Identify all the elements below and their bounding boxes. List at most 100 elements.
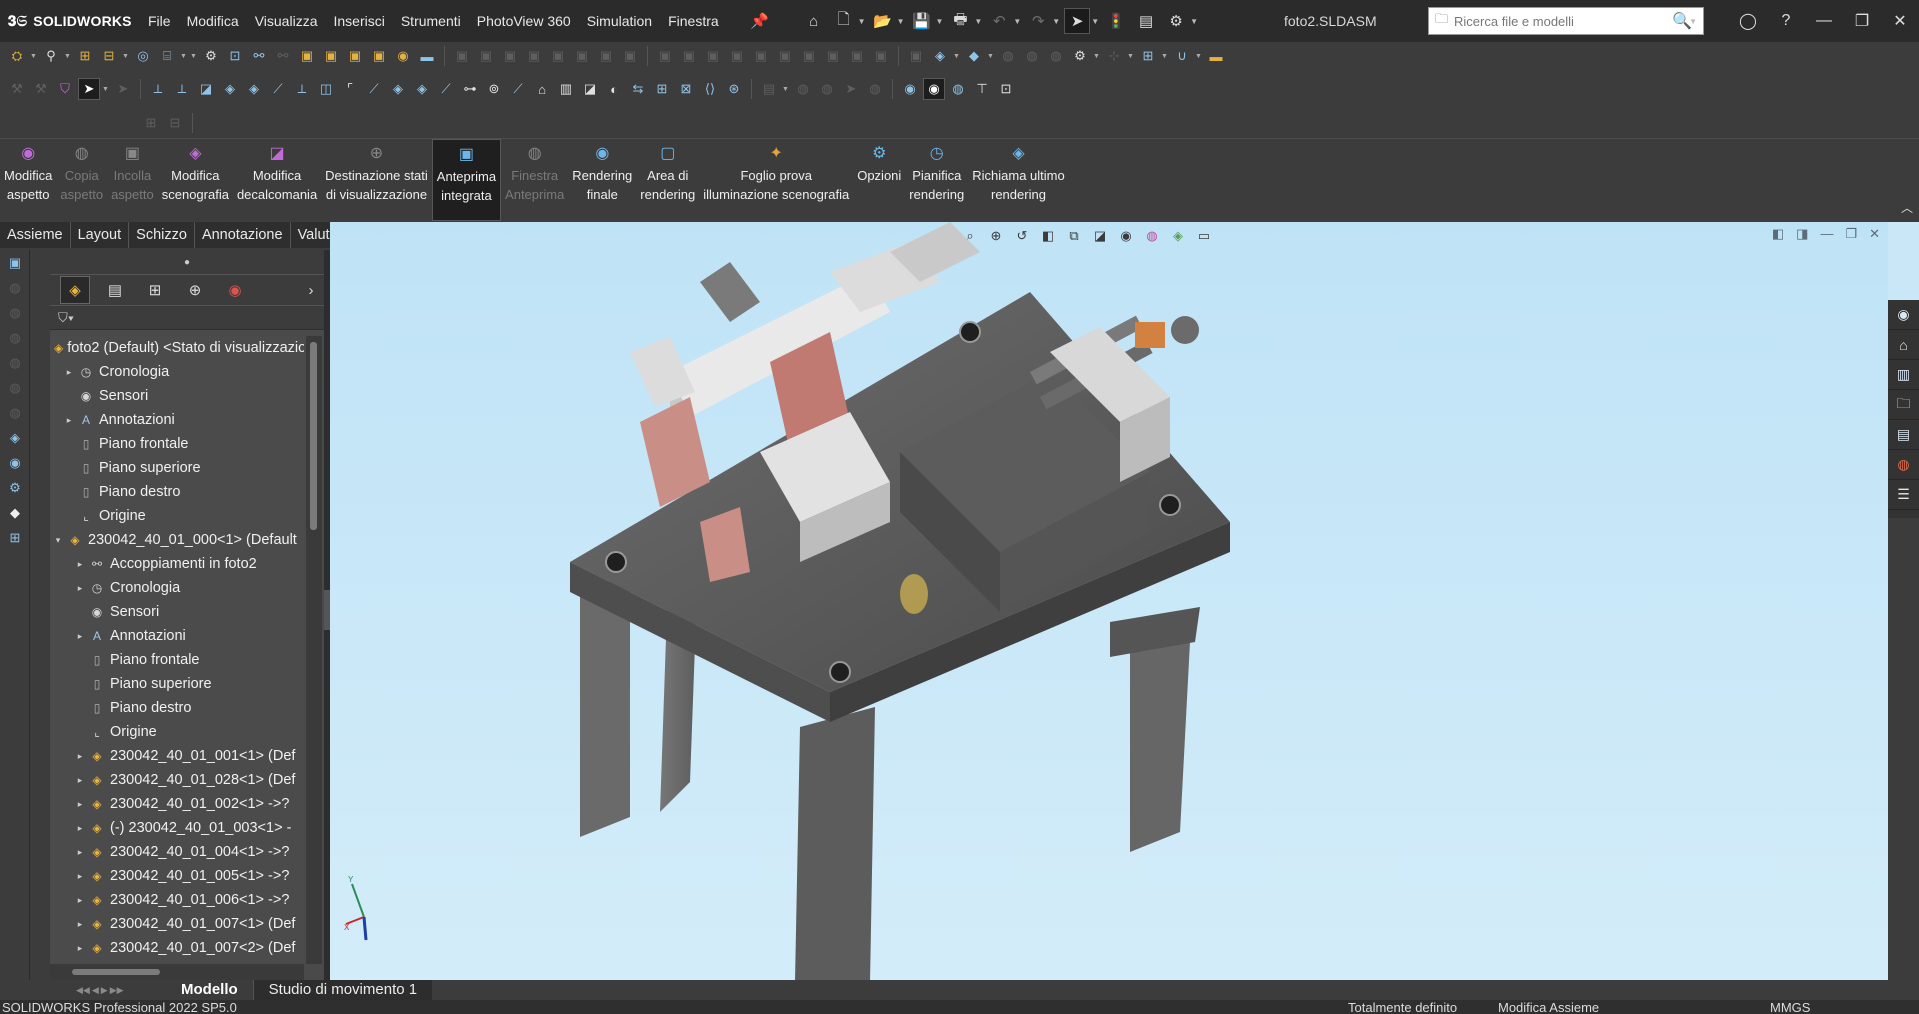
toolbar-icon[interactable]: ⊤ — [971, 78, 993, 100]
previous-tab-icon[interactable]: ◀ — [92, 985, 99, 996]
command-edit-decal[interactable]: ◪ Modifica decalcomania — [233, 139, 321, 221]
toolbar-icon[interactable]: ◍ — [997, 45, 1019, 67]
tool-icon[interactable]: ◆ — [0, 500, 30, 525]
toolbar-icon[interactable]: ▣ — [619, 45, 641, 67]
toolbar-icon[interactable]: ⊟ — [98, 45, 120, 67]
select-arrow-icon[interactable]: ➤ — [78, 78, 100, 100]
menu-photoview-360[interactable]: PhotoView 360 — [469, 0, 579, 42]
chevron-down-icon[interactable]: ▼ — [1052, 17, 1060, 26]
toolbar-icon[interactable]: ⚲ — [40, 45, 62, 67]
search-input[interactable]: Ricerca file e modelli — [1454, 14, 1672, 29]
toolbar-icon[interactable]: ▣ — [750, 45, 772, 67]
toolbar-icon[interactable]: ⌜ — [339, 78, 361, 100]
traffic-light-icon[interactable]: 🚦 — [1103, 8, 1129, 34]
property-manager-tab-icon[interactable]: ▤ — [100, 276, 130, 304]
toolbar-icon[interactable]: ◆ — [963, 45, 985, 67]
tab-model[interactable]: Modello — [166, 980, 253, 1000]
tool-icon[interactable]: ▣ — [0, 250, 30, 275]
toolbar-icon[interactable]: ◍ — [792, 78, 814, 100]
home-icon[interactable]: ⌂ — [801, 8, 827, 34]
tool-icon[interactable]: ◍ — [0, 300, 30, 325]
appearances-icon[interactable]: ◍ — [1888, 450, 1919, 480]
tree-node[interactable]: ▸ ◈ 230042_40_01_028<1> (Def — [50, 768, 304, 792]
toolbar-icon[interactable]: ⛉ — [54, 78, 76, 100]
toolbar-icon[interactable]: ▬ — [416, 45, 438, 67]
tool-icon[interactable]: ◍ — [0, 325, 30, 350]
tree-node[interactable]: ◉ Sensori — [50, 384, 304, 408]
view-palette-icon[interactable]: ▤ — [1888, 420, 1919, 450]
chevron-right-icon[interactable]: ▸ — [74, 823, 86, 834]
tree-node[interactable]: ▸ ⚯ Accoppiamenti in foto2 — [50, 552, 304, 576]
chevron-right-icon[interactable]: ▸ — [74, 895, 86, 906]
menu-file[interactable]: File — [140, 0, 179, 42]
first-tab-icon[interactable]: ◀◀ — [76, 985, 90, 996]
toolbar-icon[interactable]: ➤ — [840, 78, 862, 100]
graphics-viewport[interactable]: ⌕ ⊕ ↺ ◧ ⧉ ◪ ◉ ◍ ◈ ▭ ◧ ◨ — ❐ ✕ Y X — [330, 222, 1888, 980]
chevron-down-icon[interactable]: ▼ — [1190, 17, 1198, 26]
toolbar-icon[interactable]: ⚒ — [30, 78, 52, 100]
chevron-right-icon[interactable]: ▸ — [63, 415, 75, 426]
custom-properties-icon[interactable]: ☰ — [1888, 480, 1919, 510]
toolbar-icon[interactable]: ⟋ — [267, 78, 289, 100]
toolbar-icon[interactable]: ▤ — [758, 78, 780, 100]
toolbar-icon[interactable]: ◪ — [579, 78, 601, 100]
tab-schizzo[interactable]: Schizzo — [129, 222, 195, 248]
help-icon[interactable]: ? — [1767, 0, 1805, 42]
tool-icon[interactable]: ⚙ — [0, 475, 30, 500]
tree-node[interactable]: ◈ foto2 (Default) <Stato di visualizzazio… — [50, 336, 304, 360]
chevron-right-icon[interactable]: ▸ — [74, 775, 86, 786]
chevron-right-icon[interactable]: ▸ — [74, 943, 86, 954]
toolbar-icon[interactable]: ⟋ — [507, 78, 529, 100]
toolbar-icon[interactable]: ⊡ — [224, 45, 246, 67]
chevron-right-icon[interactable]: ▸ — [74, 583, 86, 594]
file-explorer-icon[interactable]: 🗀 — [1888, 390, 1919, 420]
toolbar-icon[interactable]: ◫ — [315, 78, 337, 100]
tree-node[interactable]: ▸ A Annotazioni — [50, 624, 304, 648]
toolbar-icon[interactable]: ⊛ — [723, 78, 745, 100]
tree-vertical-scrollbar[interactable] — [306, 336, 322, 964]
tool-icon[interactable]: ◍ — [0, 275, 30, 300]
chevron-down-icon[interactable]: ▼ — [897, 17, 905, 26]
command-edit-scene[interactable]: ◈ Modifica scenografia — [158, 139, 233, 221]
tree-node[interactable]: ▸ ◈ (-) 230042_40_01_003<1> - — [50, 816, 304, 840]
panel-grip[interactable]: ● — [50, 250, 324, 274]
toolbar-icon[interactable]: ⚙ — [200, 45, 222, 67]
tree-node[interactable]: ▯ Piano destro — [50, 480, 304, 504]
tool-icon[interactable]: ◍ — [0, 375, 30, 400]
minimize-icon[interactable]: — — [1805, 0, 1843, 42]
toolbar-icon[interactable]: ▣ — [523, 45, 545, 67]
search-box[interactable]: 🗀 Ricerca file e modelli 🔍 ▼ — [1428, 7, 1704, 35]
toolbar-icon[interactable]: ⚯ — [272, 45, 294, 67]
menu-modifica[interactable]: Modifica — [179, 0, 247, 42]
toolbar-icon[interactable]: ◪ — [195, 78, 217, 100]
tree-node[interactable]: ▸ ◈ 230042_40_01_006<1> ->? — [50, 888, 304, 912]
toolbar-icon[interactable]: ▣ — [547, 45, 569, 67]
chevron-right-icon[interactable]: ▸ — [74, 847, 86, 858]
toolbar-icon[interactable]: ◈ — [387, 78, 409, 100]
toolbar-icon[interactable]: ▣ — [798, 45, 820, 67]
chevron-right-icon[interactable]: ▸ — [74, 631, 86, 642]
toolbar-icon[interactable]: ▣ — [846, 45, 868, 67]
toolbar-icon[interactable]: ⊡ — [995, 78, 1017, 100]
command-edit-appearance[interactable]: ◉ Modifica aspetto — [0, 139, 56, 221]
toolbar-icon[interactable]: ⟂ — [291, 78, 313, 100]
chevron-right-icon[interactable]: ▸ — [74, 919, 86, 930]
save-icon[interactable]: 💾 — [909, 8, 935, 34]
toolbar-icon[interactable]: ◈ — [219, 78, 241, 100]
command-scene-illumination-proof[interactable]: ✦ Foglio prova illuminazione scenografia — [699, 139, 853, 221]
chevron-down-icon[interactable]: ▼ — [858, 17, 866, 26]
toolbar-icon[interactable]: ◈ — [929, 45, 951, 67]
tree-node[interactable]: ▸ ◈ 230042_40_01_002<1> ->? — [50, 792, 304, 816]
toolbar-icon[interactable]: ⊞ — [140, 112, 162, 134]
command-render-region[interactable]: ▢ Area di rendering — [636, 139, 699, 221]
restore-icon[interactable]: ❐ — [1843, 0, 1881, 42]
toolbar-icon[interactable]: ◉ — [899, 78, 921, 100]
toolbar-icon[interactable]: ▣ — [726, 45, 748, 67]
tool-icon[interactable]: ◈ — [0, 425, 30, 450]
tree-node[interactable]: ▾ ◈ 230042_40_01_000<1> (Default — [50, 528, 304, 552]
status-units[interactable]: MMGS — [1770, 1000, 1810, 1014]
toolbar-icon[interactable]: ⟋ — [363, 78, 385, 100]
toolbar-icon[interactable]: ⚙ — [1069, 45, 1091, 67]
toolbar-icon[interactable]: ◉ — [392, 45, 414, 67]
toolbar-icon[interactable]: ▣ — [571, 45, 593, 67]
